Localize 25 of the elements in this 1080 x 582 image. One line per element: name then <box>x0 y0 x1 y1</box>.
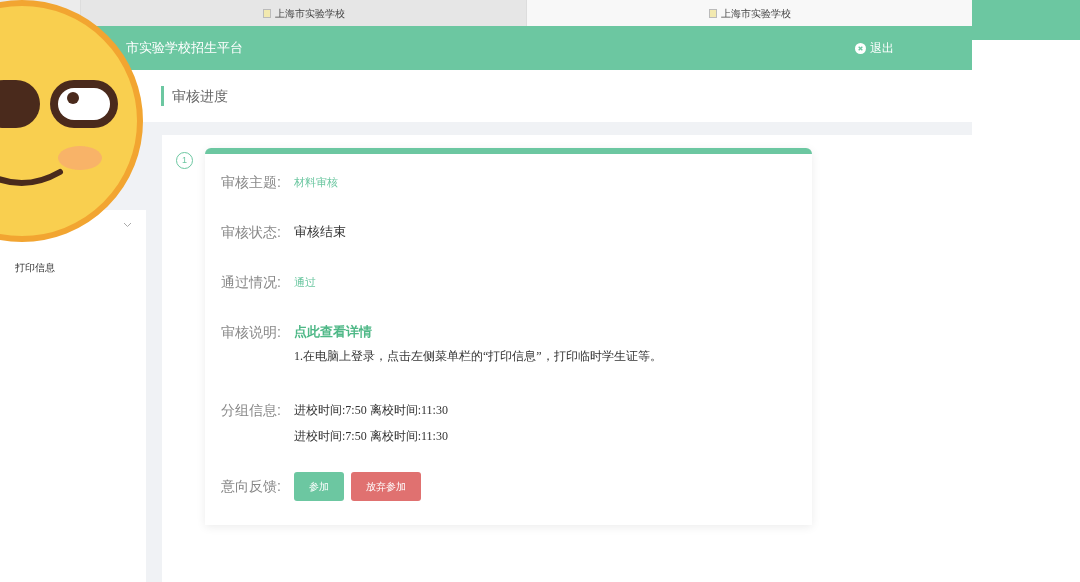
field-label: 通过情况: <box>221 273 282 292</box>
decline-button[interactable]: 放弃参加 <box>351 472 421 501</box>
document-icon <box>262 8 271 18</box>
field-value: 通过 <box>294 275 316 290</box>
field-label: 分组信息: <box>221 401 282 420</box>
field-label: 审核状态: <box>221 223 282 242</box>
browser-tab[interactable]: 上海市实验学校 <box>526 0 972 26</box>
field-value: 材料审核 <box>294 175 338 190</box>
schedule-text: 进校时间:7:50 离校时间:11:30 <box>294 428 448 445</box>
close-icon <box>855 42 866 54</box>
document-icon <box>708 8 717 18</box>
field-value: 审核结束 <box>294 223 346 241</box>
field-label: 审核说明: <box>221 323 282 342</box>
chevron-down-icon <box>123 222 132 228</box>
field-label: 审核主题: <box>221 173 282 192</box>
instruction-text: 1.在电脑上登录，点击左侧菜单栏的“打印信息”，打印临时学生证等。 <box>294 348 662 364</box>
sidebar-item[interactable]: 打印信息 <box>0 256 146 279</box>
logout-link[interactable]: 退出 <box>855 39 894 57</box>
details-link[interactable]: 点此查看详情 <box>294 322 662 342</box>
platform-title: 市实验学校招生平台 <box>126 39 243 58</box>
section-title: 审核进度 <box>172 86 228 106</box>
schedule-text: 进校时间:7:50 离校时间:11:30 <box>294 402 448 419</box>
field-label: 意向反馈: <box>221 477 282 496</box>
join-button[interactable]: 参加 <box>294 472 344 501</box>
browser-tab[interactable]: 上海市实验学校 <box>80 0 526 26</box>
